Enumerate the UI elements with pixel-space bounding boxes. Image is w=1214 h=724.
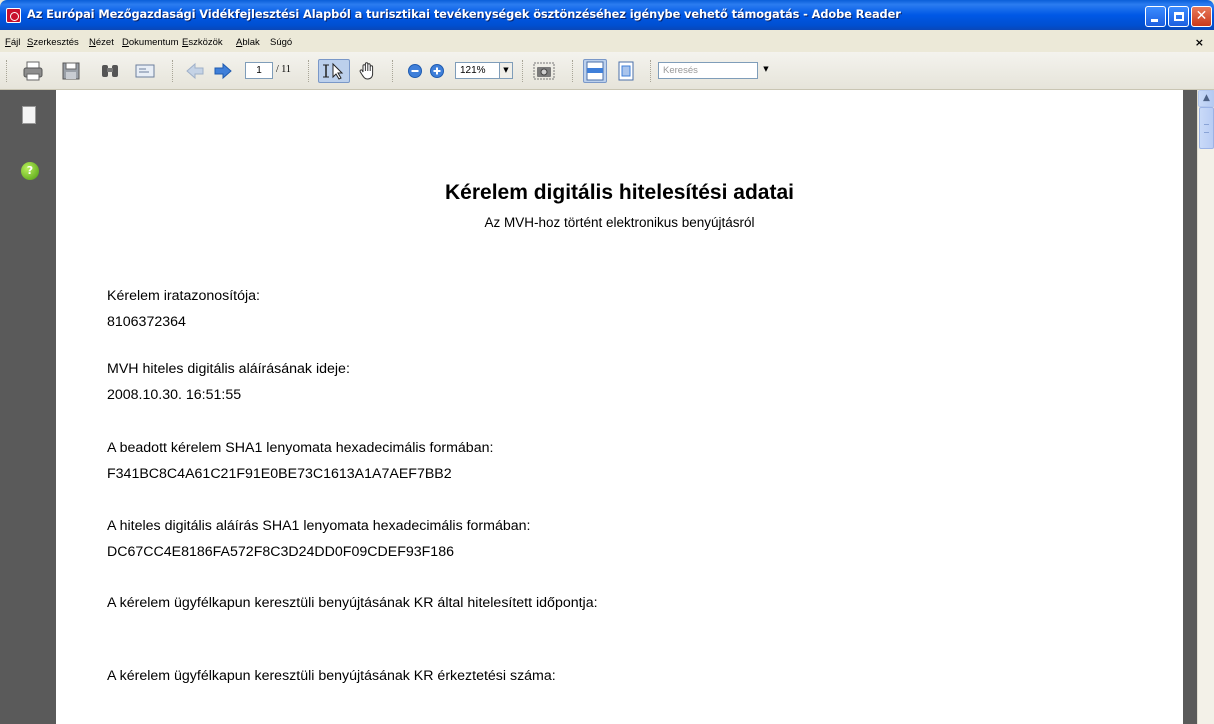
toolbar-grip[interactable] [308,60,311,82]
menu-help[interactable]: Súgó [270,37,292,48]
help-icon[interactable]: ? [21,162,39,180]
menu-bar: Fájl Szerkesztés Nézet Dokumentum Eszköz… [0,34,1214,52]
zoom-dropdown-arrow-icon[interactable]: ▼ [499,62,513,79]
field-value: 2008.10.30. 16:51:55 [107,387,242,403]
vertical-scrollbar[interactable]: ▲ [1197,90,1214,724]
close-button[interactable]: ✕ [1191,6,1212,27]
adobe-reader-icon [6,8,21,23]
select-tool-button[interactable] [318,59,350,83]
close-icon: ✕ [1195,8,1208,24]
field-label: A kérelem ügyfélkapun keresztüli benyújt… [107,668,556,684]
pdf-page: Kérelem digitális hitelesítési adatai Az… [56,90,1183,724]
navigation-pane: ? [0,90,56,724]
scroll-up-arrow-icon[interactable]: ▲ [1198,90,1214,107]
field-label: MVH hiteles digitális aláírásának ideje: [107,361,350,377]
toolbar: 1 / 11 121% ▼ Keresés ▼ [0,52,1214,90]
save-icon[interactable] [60,60,82,82]
toolbar-grip[interactable] [6,60,9,82]
document-close-icon[interactable]: × [1195,36,1204,49]
document-subtitle: Az MVH-hoz történt elektronikus benyújtá… [484,215,755,230]
toolbar-grip[interactable] [650,60,653,82]
select-text-icon [323,62,344,80]
pages-panel-icon[interactable] [18,106,36,127]
toolbar-grip[interactable] [572,60,575,82]
snapshot-camera-icon[interactable] [533,60,555,82]
page-total: / 11 [276,64,291,75]
email-icon[interactable] [134,60,156,82]
field-label: Kérelem iratazonosítója: [107,288,260,304]
scrollbar-thumb[interactable] [1199,107,1214,149]
maximize-button[interactable] [1168,6,1189,27]
search-dropdown-arrow-icon[interactable]: ▼ [758,62,774,79]
field-value: DC67CC4E8186FA572F8C3D24DD0F09CDEF93F186 [107,544,454,560]
hand-tool-icon[interactable] [357,60,379,82]
menu-document[interactable]: Dokumentum [122,37,179,48]
find-binoculars-icon[interactable] [99,60,121,82]
field-label: A beadott kérelem SHA1 lenyomata hexadec… [107,440,494,456]
minimize-button[interactable] [1145,6,1166,27]
adobe-reader-window: Az Európai Mezőgazdasági Vidékfejlesztés… [0,0,1214,724]
field-value: 8106372364 [107,314,186,330]
menu-view[interactable]: Nézet [89,37,114,48]
menu-file[interactable]: Fájl [5,37,20,48]
fit-width-button[interactable] [583,59,607,83]
fit-page-icon[interactable] [615,60,637,82]
menu-window[interactable]: Ablak [236,37,260,48]
page-number-input[interactable]: 1 [245,62,273,79]
fit-width-icon [586,61,604,81]
toolbar-grip[interactable] [392,60,395,82]
previous-page-icon[interactable] [184,60,206,82]
restore-icon [1174,12,1184,21]
field-label: A kérelem ügyfélkapun keresztüli benyújt… [107,595,598,611]
menu-tools[interactable]: Eszközök [182,37,223,48]
zoom-in-icon[interactable] [426,60,448,82]
document-title: Kérelem digitális hitelesítési adatai [445,181,794,204]
print-icon[interactable] [22,60,44,82]
minimize-icon [1151,19,1158,22]
title-bar[interactable]: Az Európai Mezőgazdasági Vidékfejlesztés… [0,0,1214,30]
next-page-icon[interactable] [212,60,234,82]
toolbar-grip[interactable] [522,60,525,82]
document-viewport[interactable]: Kérelem digitális hitelesítési adatai Az… [56,90,1197,724]
field-value: F341BC8C4A61C21F91E0BE73C1613A1A7AEF7BB2 [107,466,452,482]
window-title: Az Európai Mezőgazdasági Vidékfejlesztés… [27,7,901,21]
menu-edit[interactable]: Szerkesztés [27,37,79,48]
zoom-out-icon[interactable] [404,60,426,82]
toolbar-grip[interactable] [172,60,175,82]
search-input[interactable]: Keresés [658,62,758,79]
field-label: A hiteles digitális aláírás SHA1 lenyoma… [107,518,531,534]
